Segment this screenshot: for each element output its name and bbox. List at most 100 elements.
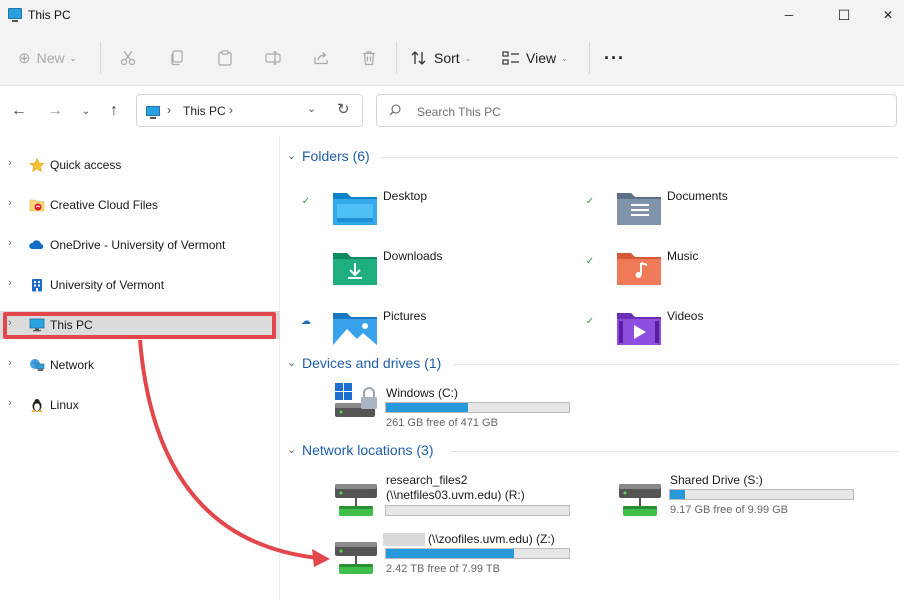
minimize-button[interactable]: ─ [766, 0, 812, 30]
rename-button[interactable] [265, 44, 281, 72]
section-title: Devices and drives (1) [302, 355, 442, 371]
documents-folder-icon [617, 193, 661, 225]
view-button[interactable]: View ⌄ [502, 44, 568, 72]
drive-name: Shared Drive (S:) [670, 473, 763, 487]
star-icon [29, 158, 45, 172]
synced-icon: ✓ [585, 315, 595, 327]
paste-button[interactable] [217, 44, 233, 72]
expand-chevron-icon[interactable]: › [8, 157, 12, 169]
sort-label: Sort [434, 50, 460, 66]
sidebar-item-label: OneDrive - University of Vermont [50, 238, 226, 252]
breadcrumb-separator[interactable]: › [229, 103, 233, 117]
expand-chevron-icon[interactable]: › [8, 277, 12, 289]
folder-name: Pictures [383, 309, 427, 323]
expand-chevron-icon[interactable]: › [8, 397, 12, 409]
divider [381, 157, 898, 158]
section-devices[interactable]: ⌄ Devices and drives (1) [281, 353, 904, 377]
drive-name: research_files2 [386, 473, 468, 487]
section-title: Network locations (3) [302, 442, 434, 458]
onedrive-icon [29, 240, 44, 249]
forward-arrow-icon: → [47, 102, 63, 119]
sidebar-item-quick-access[interactable]: › Quick access [0, 151, 280, 179]
section-folders[interactable]: ⌄ Folders (6) [281, 146, 904, 170]
drive-free-space: 261 GB free of 471 GB [386, 417, 498, 429]
window-title: This PC [28, 8, 71, 22]
copy-button[interactable] [169, 44, 185, 72]
expand-chevron-icon[interactable]: › [8, 357, 12, 369]
divider [396, 42, 397, 74]
section-title: Folders (6) [302, 148, 370, 164]
folder-downloads[interactable]: Downloads [299, 249, 589, 310]
synced-icon: ✓ [301, 195, 311, 207]
sort-button[interactable]: Sort ⌄ [410, 44, 471, 72]
creative-cloud-icon [29, 199, 45, 212]
up-arrow-icon: ↑ [110, 102, 118, 119]
folder-music[interactable]: ✓ Music [583, 249, 873, 310]
expand-chevron-icon[interactable]: › [8, 237, 12, 249]
address-bar[interactable]: › This PC › ⌄ ↻ [136, 94, 363, 127]
drive-usage-bar [385, 548, 570, 559]
close-button[interactable]: ✕ [865, 0, 904, 30]
sidebar-item-linux[interactable]: › Linux [0, 391, 280, 419]
rename-icon [265, 51, 281, 65]
cut-button[interactable] [120, 44, 136, 72]
drive-usage-fill [386, 403, 469, 412]
command-bar: ⊕ New ⌄ Sort ⌄ View ⌄ ··· [0, 30, 904, 86]
collapse-chevron-icon[interactable]: ⌄ [287, 443, 296, 456]
folder-name: Downloads [383, 249, 443, 263]
maximize-icon: ☐ [837, 6, 851, 23]
sidebar-item-onedrive[interactable]: › OneDrive - University of Vermont [0, 231, 280, 259]
divider [451, 451, 898, 452]
back-button[interactable]: ← [8, 100, 30, 122]
redacted-name [383, 533, 425, 546]
desktop-folder-icon [333, 193, 377, 225]
folder-desktop[interactable]: ✓ Desktop [299, 189, 589, 250]
expand-chevron-icon[interactable]: › [8, 197, 12, 209]
drive-usage-fill [386, 549, 515, 558]
collapse-chevron-icon[interactable]: ⌄ [287, 356, 296, 369]
new-button[interactable]: ⊕ New ⌄ [18, 44, 76, 72]
sidebar-item-network[interactable]: › Network [0, 351, 280, 379]
maximize-button[interactable]: ☐ [821, 0, 867, 30]
videos-folder-icon [617, 313, 661, 345]
sidebar-item-label: Creative Cloud Files [50, 198, 159, 212]
synced-icon: ✓ [585, 195, 595, 207]
divider [453, 364, 898, 365]
new-label: New [36, 50, 65, 66]
folder-name: Videos [667, 309, 704, 323]
forward-button[interactable]: → [44, 100, 66, 122]
section-network[interactable]: ⌄ Network locations (3) [281, 440, 904, 464]
collapse-chevron-icon[interactable]: ⌄ [287, 149, 296, 162]
up-button[interactable]: ↑ [103, 100, 125, 122]
delete-icon [363, 51, 375, 66]
address-history-chevron-icon[interactable]: ⌄ [307, 102, 316, 115]
music-folder-icon [617, 253, 661, 285]
share-button[interactable] [313, 44, 329, 72]
building-icon [32, 279, 42, 292]
network-drive-icon [335, 484, 377, 516]
divider [589, 42, 590, 74]
plus-icon: ⊕ [18, 50, 31, 67]
more-icon: ··· [604, 47, 625, 68]
this-pc-icon [146, 106, 160, 119]
more-options-button[interactable]: ··· [604, 44, 625, 72]
divider [100, 42, 101, 74]
delete-button[interactable] [361, 44, 377, 72]
close-icon: ✕ [882, 8, 894, 22]
pictures-folder-icon [333, 313, 377, 345]
sidebar-item-label: Quick access [50, 158, 122, 172]
recent-locations-button[interactable]: ⌄ [75, 100, 97, 122]
sidebar-item-creative-cloud[interactable]: › Creative Cloud Files [0, 191, 280, 219]
address-row: ← → ⌄ ↑ › This PC › ⌄ ↻ Search This PC [0, 86, 904, 136]
folder-documents[interactable]: ✓ Documents [583, 189, 873, 250]
sidebar-item-university-of-vermont[interactable]: › University of Vermont [0, 271, 280, 299]
search-box[interactable]: Search This PC [376, 94, 897, 127]
refresh-icon[interactable]: ↻ [337, 100, 350, 118]
search-placeholder: Search This PC [417, 105, 501, 119]
drive-usage-fill [670, 490, 685, 499]
paste-icon [218, 50, 232, 66]
linux-icon [31, 399, 43, 412]
chevron-down-icon: ⌄ [81, 105, 91, 117]
breadcrumb-this-pc[interactable]: This PC [183, 104, 226, 118]
folder-name: Documents [667, 189, 728, 203]
